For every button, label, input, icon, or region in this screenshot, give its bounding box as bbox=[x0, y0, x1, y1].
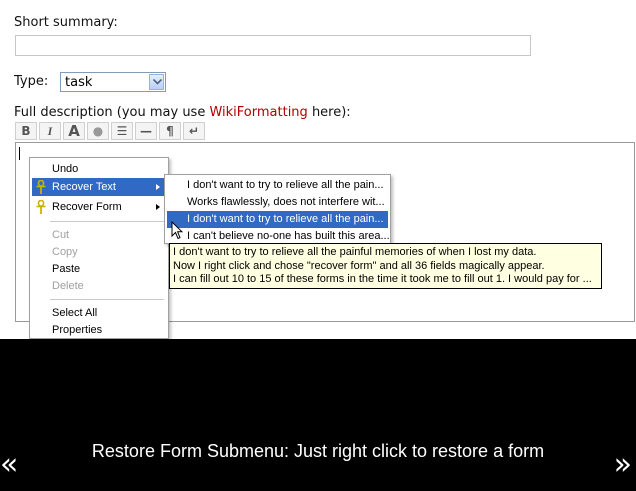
menu-item-label: Delete bbox=[52, 280, 84, 292]
menu-item-label: Undo bbox=[52, 163, 79, 175]
menu-item-copy: Copy bbox=[32, 243, 166, 261]
full-description-label: Full description (you may use WikiFormat… bbox=[14, 105, 351, 120]
next-slide-button[interactable]: » bbox=[614, 450, 632, 480]
short-summary-label: Short summary: bbox=[14, 15, 118, 30]
dropdown-arrow-button[interactable] bbox=[149, 74, 164, 90]
bold-icon[interactable]: B bbox=[15, 122, 37, 140]
menu-item-recover-form[interactable]: Recover Form bbox=[32, 198, 166, 216]
submenu-item[interactable]: I don't want to try to relieve all the p… bbox=[167, 177, 388, 194]
mouse-pointer-icon bbox=[171, 221, 183, 240]
menu-item-label: Copy bbox=[52, 246, 78, 258]
context-menu: Undo Recover Text Recover Form Cut Copy … bbox=[29, 157, 169, 339]
paragraph-icon[interactable]: ¶ bbox=[159, 122, 181, 140]
submenu-item-label: I don't want to try to relieve all the p… bbox=[187, 213, 384, 225]
menu-item-paste[interactable]: Paste bbox=[32, 260, 166, 278]
short-summary-input[interactable] bbox=[15, 35, 531, 56]
menu-item-label: Recover Form bbox=[52, 201, 122, 213]
type-label: Type: bbox=[14, 74, 49, 89]
horizontal-rule-icon[interactable]: — bbox=[135, 122, 157, 140]
ankh-icon bbox=[36, 180, 46, 194]
type-select-value: task bbox=[65, 75, 93, 90]
menu-item-recover-text[interactable]: Recover Text bbox=[32, 178, 166, 196]
menu-item-label: Properties bbox=[52, 324, 103, 336]
submenu-item[interactable]: Works flawlessly, does not interfere wit… bbox=[167, 194, 388, 211]
type-select[interactable]: task bbox=[60, 72, 166, 92]
menu-item-label: Paste bbox=[52, 263, 81, 275]
submenu-arrow-icon bbox=[156, 204, 160, 210]
menu-item-cut: Cut bbox=[32, 226, 166, 244]
submenu-item-highlighted[interactable]: I don't want to try to relieve all the p… bbox=[167, 211, 388, 228]
recover-text-submenu: I don't want to try to relieve all the p… bbox=[164, 174, 391, 244]
slide-caption: Restore Form Submenu: Just right click t… bbox=[91, 441, 545, 461]
code-icon[interactable]: ☰ bbox=[111, 122, 133, 140]
menu-item-label: Cut bbox=[52, 229, 70, 241]
ankh-icon bbox=[36, 200, 46, 214]
submenu-item-label: Works flawlessly, does not interfere wit… bbox=[187, 196, 385, 208]
menu-item-undo[interactable]: Undo bbox=[32, 160, 166, 178]
description-label-prefix: Full description (you may use bbox=[14, 105, 210, 120]
wiki-toolbar: B I A ● ☰ — ¶ ↵ bbox=[15, 122, 207, 140]
text-caret bbox=[19, 147, 20, 160]
menu-divider bbox=[50, 221, 164, 222]
previous-slide-button[interactable]: « bbox=[0, 450, 18, 480]
heading-icon[interactable]: A bbox=[63, 122, 85, 140]
chevron-down-icon bbox=[153, 79, 162, 85]
tooltip-line: Now I right click and chose "recover for… bbox=[173, 259, 545, 272]
menu-divider bbox=[50, 299, 164, 300]
link-icon[interactable]: ● bbox=[87, 122, 109, 140]
wikiformatting-link[interactable]: WikiFormatting bbox=[209, 105, 307, 120]
tooltip-line: I can fill out 10 to 15 of these forms i… bbox=[173, 273, 592, 285]
menu-item-delete: Delete bbox=[32, 277, 166, 295]
menu-item-select-all[interactable]: Select All bbox=[32, 304, 166, 322]
description-label-suffix: here): bbox=[307, 105, 351, 120]
submenu-arrow-icon bbox=[156, 184, 160, 190]
tooltip-line: I don't want to try to relieve all the p… bbox=[173, 246, 537, 258]
menu-item-label: Select All bbox=[52, 307, 98, 319]
screenshot-area: Short summary: Type: task Full descripti… bbox=[0, 0, 636, 339]
line-break-icon[interactable]: ↵ bbox=[183, 122, 205, 140]
submenu-item-label: I don't want to try to relieve all the p… bbox=[187, 179, 384, 191]
italic-icon[interactable]: I bbox=[39, 122, 61, 140]
menu-item-label: Recover Text bbox=[52, 181, 116, 193]
menu-item-properties[interactable]: Properties bbox=[32, 321, 166, 339]
preview-tooltip: I don't want to try to relieve all the p… bbox=[169, 243, 602, 289]
